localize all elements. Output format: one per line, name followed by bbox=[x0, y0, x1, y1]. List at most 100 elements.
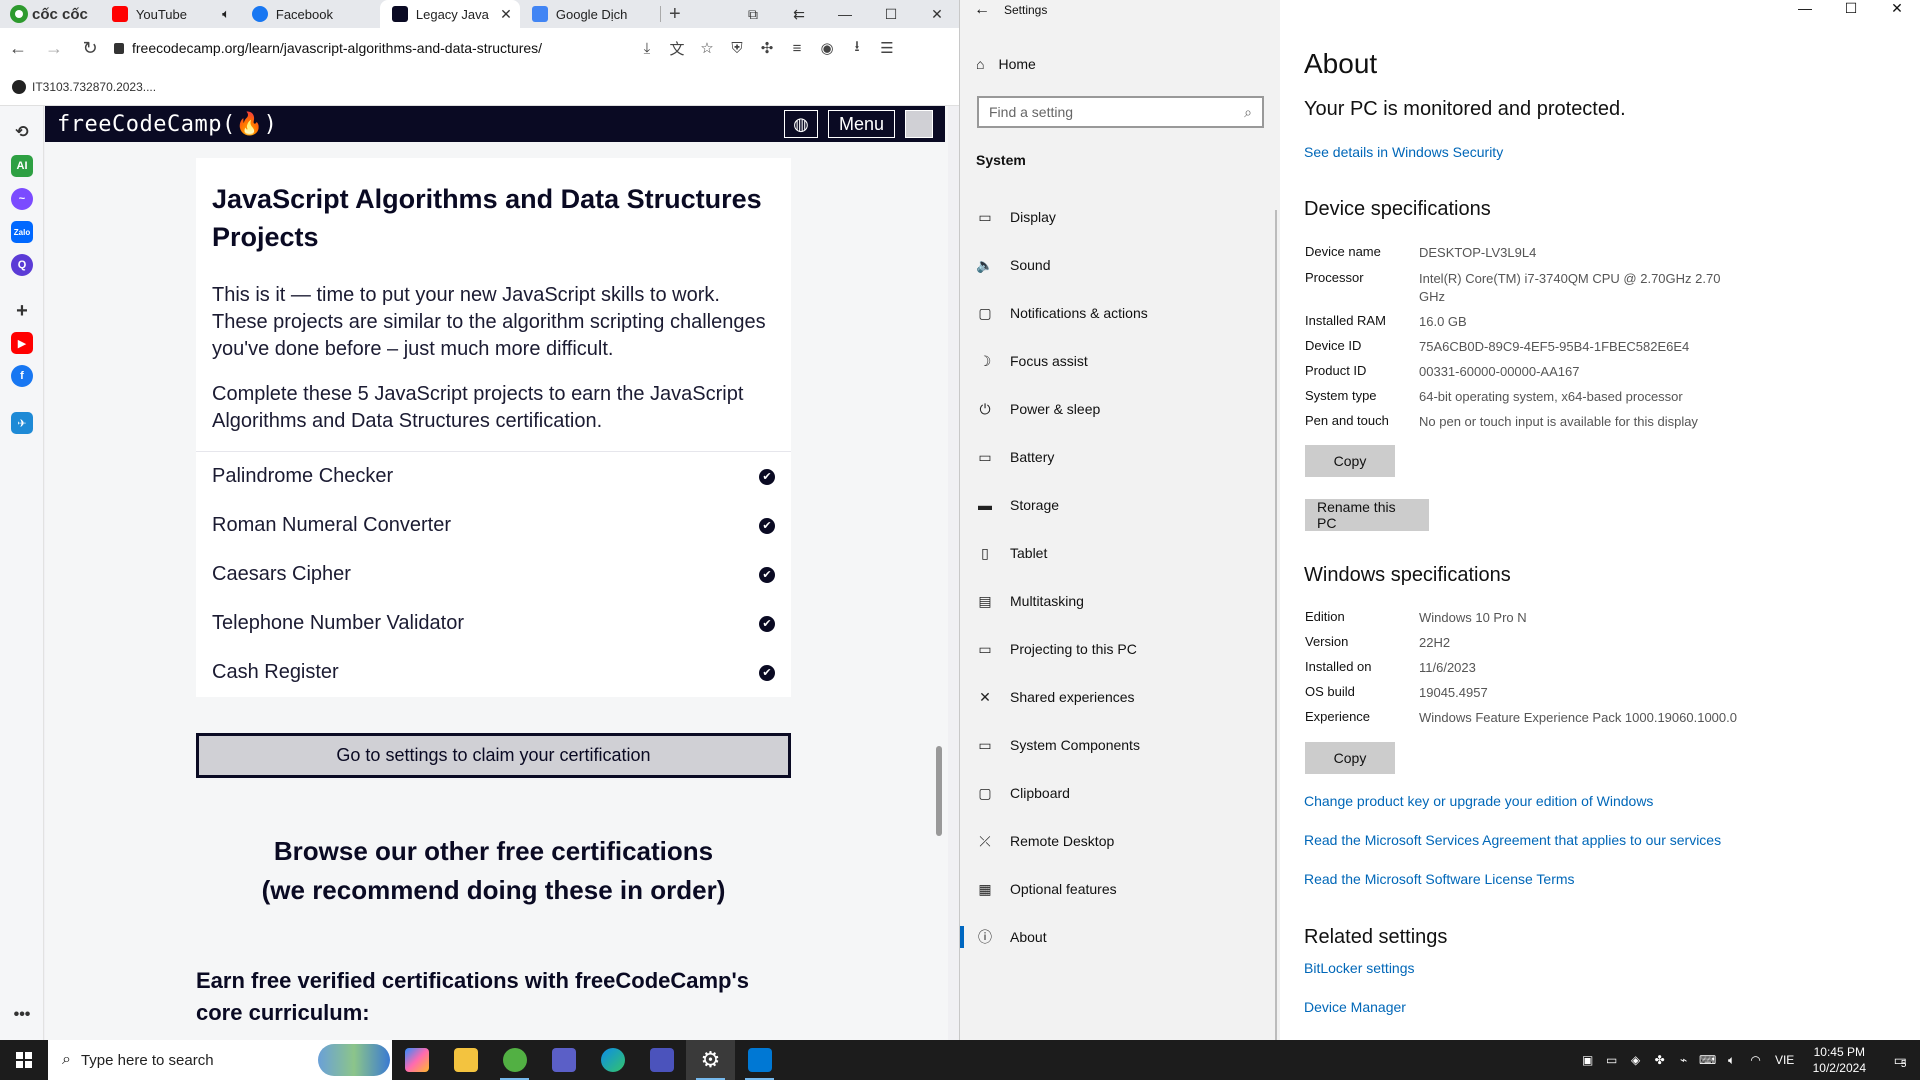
close-tab-icon[interactable]: ✕ bbox=[500, 6, 512, 23]
clock[interactable]: 10:45 PM 10/2/2024 bbox=[1805, 1044, 1874, 1076]
rename-pc-button[interactable]: Rename this PC bbox=[1305, 499, 1429, 531]
claim-certification-button[interactable]: Go to settings to claim your certificati… bbox=[196, 733, 791, 778]
nav-item-clipboard[interactable]: ▢ Clipboard bbox=[960, 773, 1280, 813]
license-terms-link[interactable]: Read the Microsoft Software License Term… bbox=[1304, 871, 1575, 887]
project-label[interactable]: Telephone Number Validator bbox=[212, 612, 464, 635]
project-item[interactable]: Cash Register ✔ bbox=[196, 648, 791, 697]
copy-device-specs-button[interactable]: Copy bbox=[1305, 445, 1395, 477]
back-history-icon[interactable]: ⇇ bbox=[776, 6, 822, 23]
avatar[interactable] bbox=[905, 110, 933, 138]
edge-app[interactable] bbox=[588, 1040, 637, 1080]
new-tab-button[interactable]: + bbox=[661, 3, 689, 26]
notification-center-button[interactable]: ▭ 5 bbox=[1880, 1051, 1920, 1070]
nav-item-remote-desktop[interactable]: ⤫ Remote Desktop bbox=[960, 821, 1280, 861]
teams-classic-app[interactable] bbox=[637, 1040, 686, 1080]
minimize-button[interactable]: — bbox=[1782, 0, 1828, 20]
more-icon[interactable]: ••• bbox=[11, 1004, 33, 1026]
translate-icon[interactable]: 文 bbox=[664, 37, 690, 59]
minimize-button[interactable]: — bbox=[822, 6, 868, 22]
nav-item-battery[interactable]: ▭ Battery bbox=[960, 437, 1280, 477]
vscode-app[interactable] bbox=[735, 1040, 784, 1080]
services-agreement-link[interactable]: Read the Microsoft Services Agreement th… bbox=[1304, 832, 1721, 848]
coccoc-app[interactable] bbox=[490, 1040, 539, 1080]
forward-button[interactable]: → bbox=[36, 38, 72, 59]
bookmark-star-icon[interactable]: ☆ bbox=[694, 37, 720, 59]
page-scrollbar[interactable] bbox=[936, 746, 942, 836]
reload-button[interactable]: ↻ bbox=[72, 38, 108, 59]
nav-item-focus-assist[interactable]: ☽ Focus assist bbox=[960, 341, 1280, 381]
nav-scrollbar[interactable] bbox=[1275, 210, 1277, 1040]
close-button[interactable]: ✕ bbox=[914, 6, 959, 23]
tab-search-icon[interactable]: ⧉ bbox=[730, 6, 776, 23]
home-nav-item[interactable]: ⌂ Home bbox=[976, 56, 1036, 72]
tray-app-icon[interactable]: ▣ bbox=[1579, 1052, 1597, 1068]
url-text[interactable]: freecodecamp.org/learn/javascript-algori… bbox=[132, 40, 542, 56]
address-bar[interactable]: freecodecamp.org/learn/javascript-algori… bbox=[114, 40, 624, 56]
tray-monitor-icon[interactable]: ▭ bbox=[1603, 1052, 1621, 1068]
search-q-icon[interactable]: Q bbox=[11, 254, 33, 276]
tab-youtube[interactable]: YouTube 🔈︎ bbox=[100, 0, 240, 28]
nav-item-sound[interactable]: 🔈 Sound bbox=[960, 245, 1280, 285]
project-item[interactable]: Palindrome Checker ✔ bbox=[196, 452, 791, 501]
history-icon[interactable]: ⟲ bbox=[11, 121, 33, 143]
wifi-icon[interactable]: ◠ bbox=[1747, 1052, 1765, 1068]
download-icon[interactable]: ⭳ bbox=[844, 37, 870, 59]
browser-brand[interactable]: cốc cốc bbox=[0, 5, 100, 23]
tab-google-dich[interactable]: Google Dịch bbox=[520, 0, 660, 28]
nav-item-tablet[interactable]: ▯ Tablet bbox=[960, 533, 1280, 573]
project-label[interactable]: Palindrome Checker bbox=[212, 465, 393, 488]
project-label[interactable]: Caesars Cipher bbox=[212, 563, 351, 586]
change-product-key-link[interactable]: Change product key or upgrade your editi… bbox=[1304, 793, 1653, 809]
back-arrow-icon[interactable]: ← bbox=[960, 1, 1004, 19]
shield-icon[interactable]: ⛨ bbox=[724, 37, 750, 59]
nav-item-projecting-to-this-pc[interactable]: ▭ Projecting to this PC bbox=[960, 629, 1280, 669]
language-indicator[interactable]: VIE bbox=[1771, 1052, 1799, 1068]
teams-app[interactable] bbox=[539, 1040, 588, 1080]
app-sidebar-icon[interactable]: ✈ bbox=[11, 412, 33, 434]
speaker-icon[interactable]: 🔈︎ bbox=[222, 6, 230, 22]
nav-item-storage[interactable]: ▬ Storage bbox=[960, 485, 1280, 525]
settings-app[interactable]: ⚙ bbox=[686, 1040, 735, 1080]
profile-icon[interactable]: ◉ bbox=[814, 37, 840, 59]
nav-item-notifications-actions[interactable]: ▢ Notifications & actions bbox=[960, 293, 1280, 333]
tray-teams-icon[interactable]: ◈ bbox=[1627, 1052, 1645, 1068]
menu-icon[interactable]: ☰ bbox=[874, 37, 900, 59]
maximize-button[interactable]: ☐ bbox=[1828, 0, 1874, 20]
back-button[interactable]: ← bbox=[0, 38, 36, 59]
tab-facebook[interactable]: Facebook bbox=[240, 0, 380, 28]
project-label[interactable]: Cash Register bbox=[212, 661, 339, 684]
taskbar-search[interactable]: ⌕ Type here to search bbox=[48, 1040, 392, 1080]
copy-windows-specs-button[interactable]: Copy bbox=[1305, 742, 1395, 774]
youtube-sidebar-icon[interactable]: ▶ bbox=[11, 332, 33, 354]
bookmark-item[interactable]: IT3103.732870.2023.... bbox=[32, 80, 156, 94]
close-button[interactable]: ✕ bbox=[1874, 0, 1920, 20]
project-item[interactable]: Telephone Number Validator ✔ bbox=[196, 599, 791, 648]
project-item[interactable]: Roman Numeral Converter ✔ bbox=[196, 501, 791, 550]
copilot-app[interactable] bbox=[392, 1040, 441, 1080]
maximize-button[interactable]: ☐ bbox=[868, 6, 914, 23]
nav-item-multitasking[interactable]: ▤ Multitasking bbox=[960, 581, 1280, 621]
extensions-icon[interactable]: ✣ bbox=[754, 37, 780, 59]
nav-item-optional-features[interactable]: ▦ Optional features bbox=[960, 869, 1280, 909]
install-icon[interactable]: ⤓ bbox=[634, 37, 660, 59]
add-icon[interactable]: + bbox=[11, 300, 33, 322]
windows-security-link[interactable]: See details in Windows Security bbox=[1304, 144, 1503, 160]
project-label[interactable]: Roman Numeral Converter bbox=[212, 514, 451, 537]
nav-item-about[interactable]: ⓘ About bbox=[960, 917, 1280, 957]
project-item[interactable]: Caesars Cipher ✔ bbox=[196, 550, 791, 599]
tray-power-icon[interactable]: ⌁ bbox=[1675, 1052, 1693, 1068]
nav-item-system-components[interactable]: ▭ System Components bbox=[960, 725, 1280, 765]
nav-item-shared-experiences[interactable]: ✕ Shared experiences bbox=[960, 677, 1280, 717]
nav-item-display[interactable]: ▭ Display bbox=[960, 197, 1280, 237]
fcc-logo[interactable]: freeCodeCamp(🔥) bbox=[57, 112, 277, 137]
tab-legacy-javascript[interactable]: Legacy Java ✕ bbox=[379, 0, 520, 28]
nav-item-power-sleep[interactable]: ⏻ Power & sleep bbox=[960, 389, 1280, 429]
file-explorer-app[interactable] bbox=[441, 1040, 490, 1080]
bitlocker-link[interactable]: BitLocker settings bbox=[1304, 960, 1415, 976]
globe-icon[interactable]: ◍ bbox=[783, 110, 818, 138]
zalo-icon[interactable]: Zalo bbox=[11, 221, 33, 243]
tray-input-icon[interactable]: ⌨ bbox=[1699, 1052, 1717, 1068]
ai-icon[interactable]: AI bbox=[11, 155, 33, 177]
menu-button[interactable]: Menu bbox=[827, 110, 895, 138]
tray-antivirus-icon[interactable]: ✤ bbox=[1651, 1052, 1669, 1068]
